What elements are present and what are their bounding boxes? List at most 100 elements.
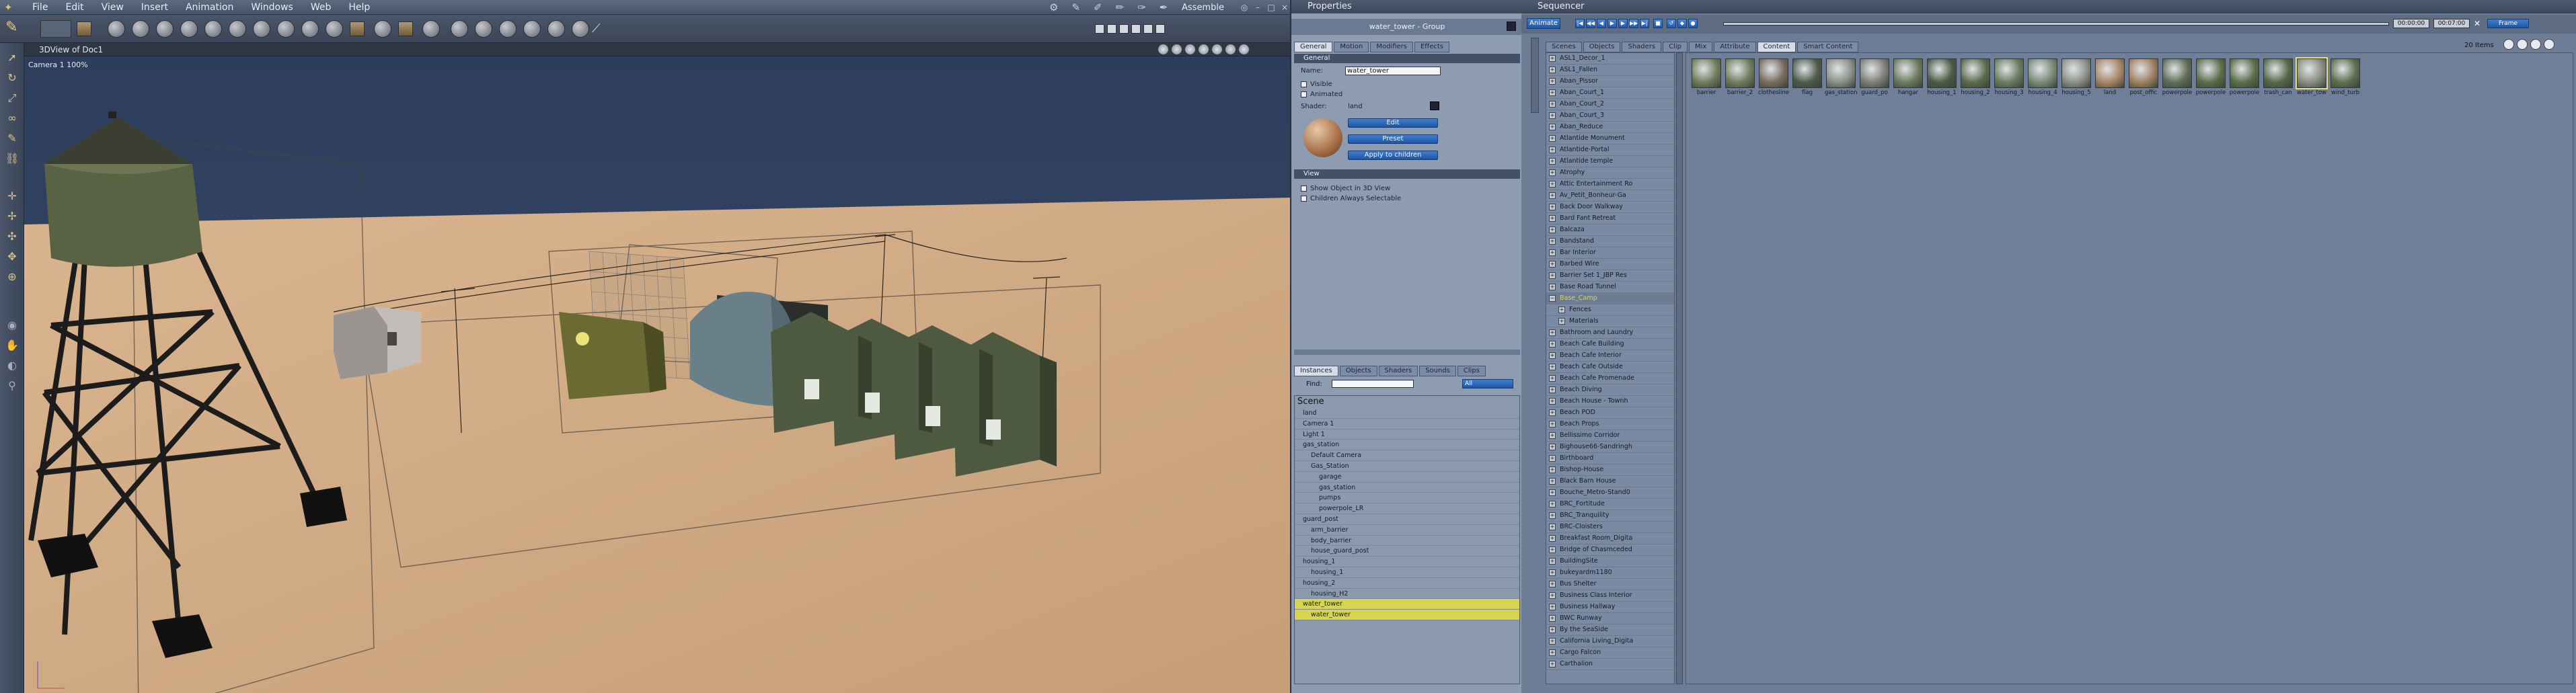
terrain-icon[interactable] — [326, 20, 343, 38]
content-thumbnail[interactable] — [1792, 58, 1822, 88]
wheel-icon[interactable] — [572, 20, 589, 38]
scene-row[interactable]: land — [1295, 408, 1519, 419]
expand-icon[interactable]: + — [1549, 78, 1556, 85]
primitive-plane-icon[interactable] — [229, 20, 246, 38]
content-tree-item[interactable]: + Atlantide Monument — [1546, 133, 1674, 145]
view-side-icon[interactable] — [1119, 24, 1129, 34]
ground-tool-icon[interactable]: ⊕ — [5, 270, 19, 284]
edit-icon[interactable]: ✏ — [1116, 1, 1125, 13]
tab-scenes[interactable]: Scenes — [1546, 42, 1582, 52]
menu-file[interactable]: File — [32, 2, 48, 13]
expand-icon[interactable]: + — [1549, 592, 1556, 599]
content-thumbnail[interactable] — [1860, 58, 1889, 88]
expand-icon[interactable]: + — [1549, 535, 1556, 542]
content-tree-scrollbar[interactable] — [1676, 52, 1683, 684]
goto-start-icon[interactable]: |◀ — [1575, 19, 1585, 28]
zoom-view-icon[interactable]: ⚲ — [5, 379, 19, 393]
content-thumbnail[interactable] — [2061, 58, 2091, 88]
content-tree-item[interactable]: + Bouche_Metro-Stand0 — [1546, 487, 1674, 499]
align-tool-icon[interactable]: ✥ — [5, 250, 19, 263]
menu-edit[interactable]: Edit — [65, 2, 83, 13]
move-plane-icon[interactable]: ✣ — [5, 230, 19, 243]
view-large-icon[interactable] — [2503, 39, 2514, 50]
rock-icon[interactable] — [475, 20, 492, 38]
content-thumbnail[interactable] — [2296, 57, 2328, 89]
frame-button[interactable]: Frame — [2487, 19, 2529, 28]
content-tree-item[interactable]: + Bighouse66-Sandringh — [1546, 442, 1674, 453]
content-tree-item[interactable]: + Bishop-House — [1546, 464, 1674, 476]
expand-icon[interactable]: + — [1549, 158, 1556, 165]
content-tree-item[interactable]: + Birthboard — [1546, 453, 1674, 464]
expand-icon[interactable]: + — [1549, 409, 1556, 416]
rotate-tool-icon[interactable]: ↻ — [5, 71, 19, 85]
content-thumbnail[interactable] — [1961, 58, 1990, 88]
content-tree-item[interactable]: + ASL1_Fallen — [1546, 65, 1674, 76]
primitive-cone-icon[interactable] — [156, 20, 174, 38]
expand-icon[interactable]: + — [1549, 135, 1556, 142]
content-tree-item[interactable]: + Cargo Falcon — [1546, 647, 1674, 659]
expand-icon[interactable]: + — [1549, 558, 1556, 565]
content-thumbnail[interactable] — [1927, 58, 1957, 88]
close-icon[interactable]: × — [1279, 2, 1290, 13]
cube-tool-icon[interactable] — [350, 22, 365, 36]
scene-row[interactable]: housing_H2 — [1295, 589, 1519, 600]
history-icon[interactable] — [40, 20, 71, 38]
expand-icon[interactable]: + — [1549, 67, 1556, 73]
content-tree-item[interactable]: + Aban_Pissor — [1546, 76, 1674, 87]
primitive-torus-icon[interactable] — [180, 20, 198, 38]
pen-icon[interactable]: ✎ — [1071, 1, 1080, 13]
pan-view-icon[interactable]: ✋ — [5, 339, 19, 352]
timeline-slider[interactable] — [1723, 22, 2389, 26]
brush-tool-icon[interactable]: ✎ — [5, 132, 19, 145]
expand-icon[interactable]: + — [1549, 215, 1556, 222]
tab-effects[interactable]: Effects — [1414, 42, 1449, 52]
content-tree-item[interactable]: + BuildingSite — [1546, 556, 1674, 567]
expand-icon[interactable]: + — [1549, 204, 1556, 210]
wand-tool-icon[interactable]: ⟋ — [592, 22, 607, 36]
scene-row[interactable]: housing_1 — [1295, 567, 1519, 578]
content-tree-item[interactable]: + Beach Cafe Outside — [1546, 362, 1674, 373]
content-tree-item[interactable]: + Base Road Tunnel — [1546, 282, 1674, 293]
content-tree-item[interactable]: + Breakfast Room_Digita — [1546, 533, 1674, 544]
prev-key-icon[interactable]: ◀◀ — [1586, 19, 1595, 28]
content-tree-item[interactable]: + Bandstand — [1546, 236, 1674, 247]
view-medium-icon[interactable] — [2517, 39, 2528, 50]
expand-icon[interactable]: + — [1549, 466, 1556, 473]
scene-row[interactable]: body_barrier — [1295, 536, 1519, 546]
content-tree-item[interactable]: + Aban_Court_3 — [1546, 110, 1674, 122]
expand-icon[interactable]: + — [1549, 501, 1556, 507]
scene-row[interactable]: water_tower — [1295, 599, 1519, 610]
tab-instances[interactable]: Instances — [1294, 366, 1338, 376]
content-thumbnail[interactable] — [1893, 58, 1923, 88]
content-tree-item[interactable]: + Beach Diving — [1546, 384, 1674, 396]
scene-row[interactable]: Default Camera — [1295, 450, 1519, 461]
expand-icon[interactable]: + — [1558, 318, 1565, 325]
primitive-cube-icon[interactable] — [204, 20, 222, 38]
scene-row[interactable]: arm_barrier — [1295, 525, 1519, 536]
expand-icon[interactable]: + — [1549, 261, 1556, 268]
content-tree-item[interactable]: + California Living_Digita — [1546, 636, 1674, 647]
expand-icon[interactable]: + — [1549, 89, 1556, 96]
time-end[interactable]: 00:07:00 — [2433, 19, 2470, 28]
content-tree-item[interactable]: + Bridge of Chasmceded — [1546, 544, 1674, 556]
content-thumbnail[interactable] — [2263, 58, 2293, 88]
expand-icon[interactable]: + — [1549, 398, 1556, 405]
tab-objects[interactable]: Objects — [1583, 42, 1621, 52]
tab-modifiers[interactable]: Modifiers — [1370, 42, 1413, 52]
content-tree-item[interactable]: + Beach Cafe Interior — [1546, 350, 1674, 362]
content-thumbnail[interactable] — [2129, 58, 2158, 88]
content-thumbnail[interactable] — [1826, 58, 1856, 88]
content-thumbnail[interactable] — [2095, 58, 2125, 88]
view-header[interactable]: View — [1294, 169, 1520, 179]
content-tree-item[interactable]: + Black Barn House — [1546, 476, 1674, 487]
expand-icon[interactable]: + — [1549, 181, 1556, 188]
scene-row[interactable]: water_tower — [1295, 610, 1519, 620]
content-tree-item[interactable]: + Bus Shelter — [1546, 579, 1674, 590]
expand-icon[interactable]: + — [1549, 569, 1556, 576]
view-small-icon[interactable] — [2530, 39, 2541, 50]
content-tree-item[interactable]: + Business Class Interior — [1546, 590, 1674, 602]
content-tree-item[interactable]: + Barbed Wire — [1546, 259, 1674, 270]
menu-web[interactable]: Web — [311, 2, 332, 13]
content-tree-item[interactable]: + By the SeaSide — [1546, 624, 1674, 636]
content-thumbnail[interactable] — [1994, 58, 2024, 88]
